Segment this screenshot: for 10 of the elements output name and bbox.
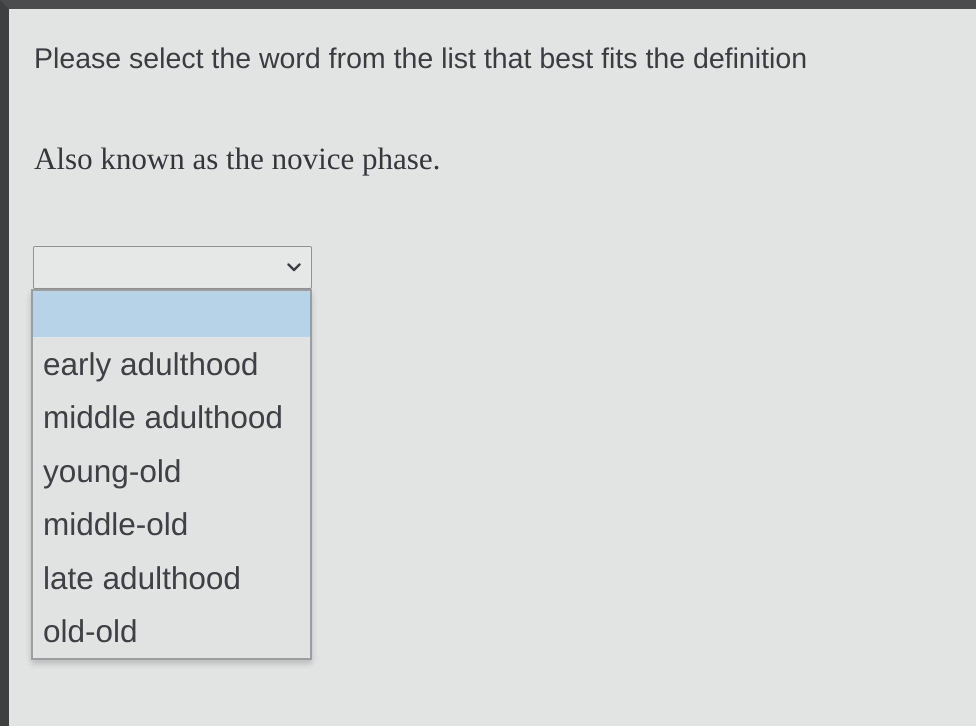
dropdown-option[interactable]: middle-old [33, 498, 310, 552]
dropdown-option[interactable]: late adulthood [33, 551, 310, 605]
dropdown-field[interactable] [33, 246, 312, 290]
instruction-text: Please select the word from the list that best fits the definition [34, 42, 808, 76]
definition-text: Also known as the novice phase. [34, 140, 440, 178]
chevron-down-icon [287, 263, 301, 272]
dropdown-option[interactable]: middle adulthood [33, 390, 310, 444]
dropdown-option[interactable]: early adulthood [33, 337, 310, 391]
dropdown-option[interactable]: young-old [33, 444, 310, 498]
dropdown-option[interactable]: old-old [33, 604, 310, 658]
